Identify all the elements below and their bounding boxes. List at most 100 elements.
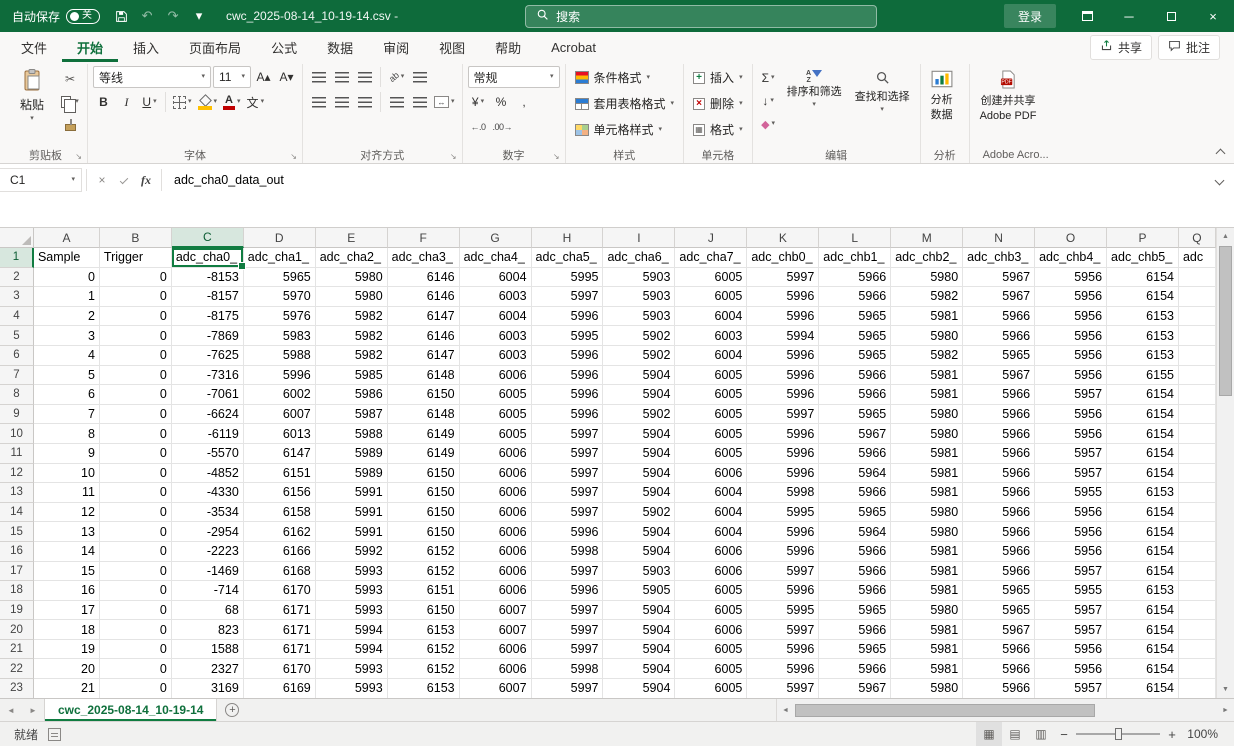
cell-E22[interactable]: 5993 [315,659,388,680]
cell-L6[interactable]: 5965 [819,345,892,366]
cell-B23[interactable]: 0 [99,679,172,698]
cell-B9[interactable]: 0 [99,404,172,425]
cell-L23[interactable]: 5967 [819,679,892,698]
cell-O14[interactable]: 5956 [1035,502,1108,523]
cell-J15[interactable]: 6004 [675,522,748,542]
cell-I22[interactable]: 5904 [603,659,676,680]
cell-K3[interactable]: 5996 [747,287,820,307]
cell-B11[interactable]: 0 [99,443,172,464]
cell-A12[interactable]: 10 [33,463,100,484]
cell-K13[interactable]: 5998 [747,483,820,503]
share-button[interactable]: 共享 [1089,34,1152,60]
cell-J14[interactable]: 6004 [675,502,748,523]
cell-G12[interactable]: 6006 [459,463,532,484]
font-dialog-launcher-icon[interactable]: ↘ [290,153,297,161]
autosum-button[interactable]: Σ ▾ [758,67,779,89]
cell-K12[interactable]: 5996 [747,463,820,484]
cell-L18[interactable]: 5966 [819,581,892,601]
bold-button[interactable]: B [93,91,114,113]
cell-Q9[interactable] [1178,404,1216,425]
cell-K1[interactable]: adc_chb0_ [747,248,820,268]
cell-L22[interactable]: 5966 [819,659,892,680]
cell-K22[interactable]: 5996 [747,659,820,680]
column-header-Q[interactable]: Q [1178,228,1216,248]
ribbon-display-options-icon[interactable] [1066,0,1108,32]
cell-A20[interactable]: 18 [33,620,100,640]
zoom-out-icon[interactable]: − [1054,727,1074,742]
cell-F17[interactable]: 6152 [387,561,460,582]
ribbon-tab-开始[interactable]: 开始 [62,32,118,62]
cell-A10[interactable]: 8 [33,424,100,444]
cell-A11[interactable]: 9 [33,443,100,464]
cell-D18[interactable]: 6170 [243,581,316,601]
cell-I3[interactable]: 5903 [603,287,676,307]
cell-L20[interactable]: 5966 [819,620,892,640]
cell-L16[interactable]: 5966 [819,541,892,562]
cell-Q1[interactable]: adc [1178,248,1216,268]
cell-A9[interactable]: 7 [33,404,100,425]
cell-E8[interactable]: 5986 [315,385,388,405]
cell-D8[interactable]: 6002 [243,385,316,405]
cell-A17[interactable]: 15 [33,561,100,582]
cell-N3[interactable]: 5967 [963,287,1036,307]
cell-K19[interactable]: 5995 [747,600,820,621]
cell-H19[interactable]: 5997 [531,600,604,621]
cell-K5[interactable]: 5994 [747,326,820,346]
cell-C22[interactable]: 2327 [171,659,244,680]
cell-J18[interactable]: 6005 [675,581,748,601]
cell-G23[interactable]: 6007 [459,679,532,698]
cell-N14[interactable]: 5966 [963,502,1036,523]
cell-P12[interactable]: 6154 [1107,463,1179,484]
format-painter-icon[interactable] [58,114,82,135]
cell-D21[interactable]: 6171 [243,639,316,660]
column-header-L[interactable]: L [819,228,892,248]
cell-N2[interactable]: 5967 [963,267,1036,288]
decrease-indent-icon[interactable] [386,91,407,113]
cell-L5[interactable]: 5965 [819,326,892,346]
cell-O18[interactable]: 5955 [1035,581,1108,601]
cell-C15[interactable]: -2954 [171,522,244,542]
cell-Q21[interactable] [1178,639,1216,660]
cell-D23[interactable]: 6169 [243,679,316,698]
clipboard-dialog-launcher-icon[interactable]: ↘ [75,153,82,161]
cell-A21[interactable]: 19 [33,639,100,660]
cell-M19[interactable]: 5980 [891,600,964,621]
cell-Q18[interactable] [1178,581,1216,601]
cell-G3[interactable]: 6003 [459,287,532,307]
cell-D17[interactable]: 6168 [243,561,316,582]
cell-L19[interactable]: 5965 [819,600,892,621]
cell-Q12[interactable] [1178,463,1216,484]
cell-N9[interactable]: 5966 [963,404,1036,425]
cell-I7[interactable]: 5904 [603,365,676,386]
cell-H6[interactable]: 5996 [531,345,604,366]
cell-J3[interactable]: 6005 [675,287,748,307]
cell-H20[interactable]: 5997 [531,620,604,640]
cell-I18[interactable]: 5905 [603,581,676,601]
alignment-dialog-launcher-icon[interactable]: ↘ [450,153,457,161]
cell-K16[interactable]: 5996 [747,541,820,562]
cell-N1[interactable]: adc_chb3_ [963,248,1036,268]
cell-H9[interactable]: 5996 [531,404,604,425]
cell-H15[interactable]: 5996 [531,522,604,542]
cell-F7[interactable]: 6148 [387,365,460,386]
cell-A18[interactable]: 16 [33,581,100,601]
cell-E19[interactable]: 5993 [315,600,388,621]
cell-M16[interactable]: 5981 [891,541,964,562]
cell-M18[interactable]: 5981 [891,581,964,601]
cell-B22[interactable]: 0 [99,659,172,680]
cell-Q3[interactable] [1178,287,1216,307]
cell-J21[interactable]: 6005 [675,639,748,660]
cell-E1[interactable]: adc_cha2_ [315,248,388,268]
cell-O8[interactable]: 5957 [1035,385,1108,405]
cell-D13[interactable]: 6156 [243,483,316,503]
cell-M14[interactable]: 5980 [891,502,964,523]
cell-Q2[interactable] [1178,267,1216,288]
cell-E5[interactable]: 5982 [315,326,388,346]
cell-I2[interactable]: 5903 [603,267,676,288]
cell-O5[interactable]: 5956 [1035,326,1108,346]
cell-G13[interactable]: 6006 [459,483,532,503]
cell-D2[interactable]: 5965 [243,267,316,288]
cell-L9[interactable]: 5965 [819,404,892,425]
cell-D6[interactable]: 5988 [243,345,316,366]
cell-G2[interactable]: 6004 [459,267,532,288]
